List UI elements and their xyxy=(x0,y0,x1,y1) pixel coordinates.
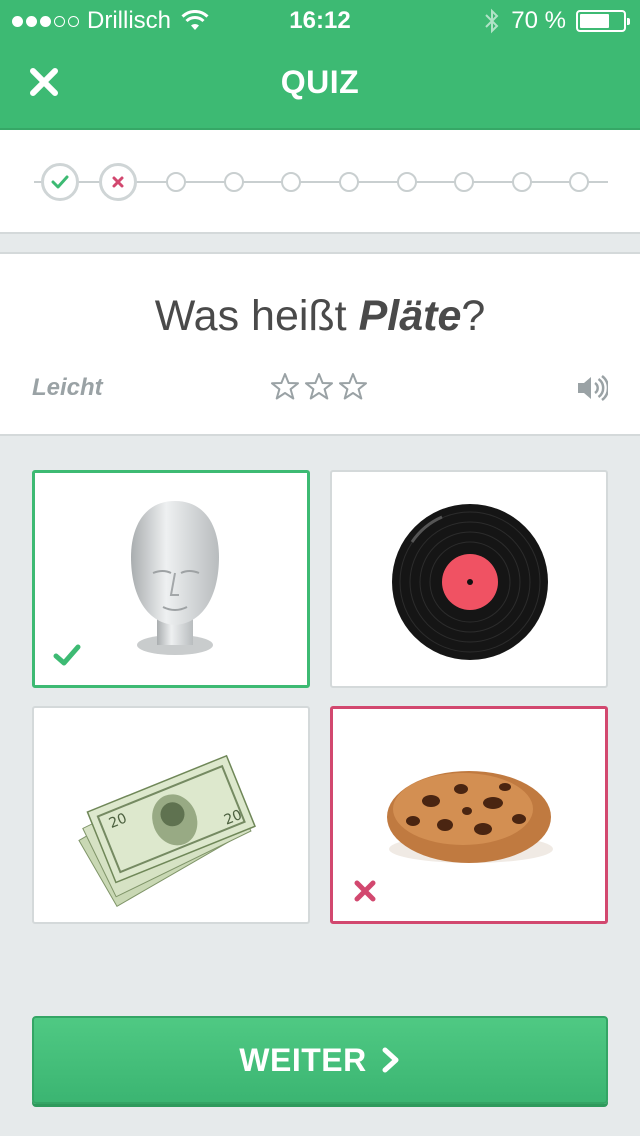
answer-card-dollar-bills[interactable]: 20 20 xyxy=(32,706,310,924)
difficulty-label: Leicht xyxy=(32,374,103,401)
star-icon xyxy=(339,373,367,400)
answer-card-vinyl-record[interactable] xyxy=(330,470,608,688)
progress-step-pending xyxy=(569,172,589,192)
checkmark-icon xyxy=(51,175,69,189)
question-word: Pläte xyxy=(358,292,462,340)
question-suffix: ? xyxy=(461,292,486,340)
star-icon xyxy=(271,373,299,400)
question-prefix: Was heißt xyxy=(154,292,359,340)
continue-button-label: WEITER xyxy=(239,1041,367,1078)
top-bar: Drillisch 16:12 70 % QUIZ xyxy=(0,0,640,130)
vinyl-record-image xyxy=(392,504,548,660)
bluetooth-icon xyxy=(485,8,499,34)
continue-button[interactable]: WEITER xyxy=(32,1016,608,1104)
progress-step-pending xyxy=(454,172,474,192)
progress-step-pending xyxy=(224,172,244,192)
cross-icon xyxy=(354,880,376,902)
progress-step-pending xyxy=(281,172,301,192)
progress-step-pending xyxy=(512,172,532,192)
progress-step-wrong xyxy=(99,163,137,201)
status-bar: Drillisch 16:12 70 % xyxy=(0,0,640,40)
quiz-progress xyxy=(0,130,640,234)
answer-card-styrofoam-head[interactable] xyxy=(32,470,310,688)
progress-step-pending xyxy=(166,172,186,192)
difficulty-rating xyxy=(270,372,368,402)
battery-percentage: 70 % xyxy=(511,7,566,34)
cross-icon xyxy=(112,176,124,188)
progress-step-pending xyxy=(339,172,359,192)
question-panel: Was heißt Pläte? Leicht xyxy=(0,252,640,436)
checkmark-icon xyxy=(53,644,81,666)
speaker-icon[interactable] xyxy=(576,374,608,402)
answer-card-cookie[interactable] xyxy=(330,706,608,924)
progress-step-pending xyxy=(397,172,417,192)
page-title: QUIZ xyxy=(280,64,360,100)
star-icon xyxy=(305,373,333,400)
battery-icon xyxy=(576,10,630,32)
progress-step-correct xyxy=(41,163,79,201)
dollar-bills-image: 20 20 xyxy=(78,754,256,907)
question-text: Was heißt Pläte? xyxy=(0,292,640,341)
chevron-right-icon xyxy=(382,1047,399,1073)
